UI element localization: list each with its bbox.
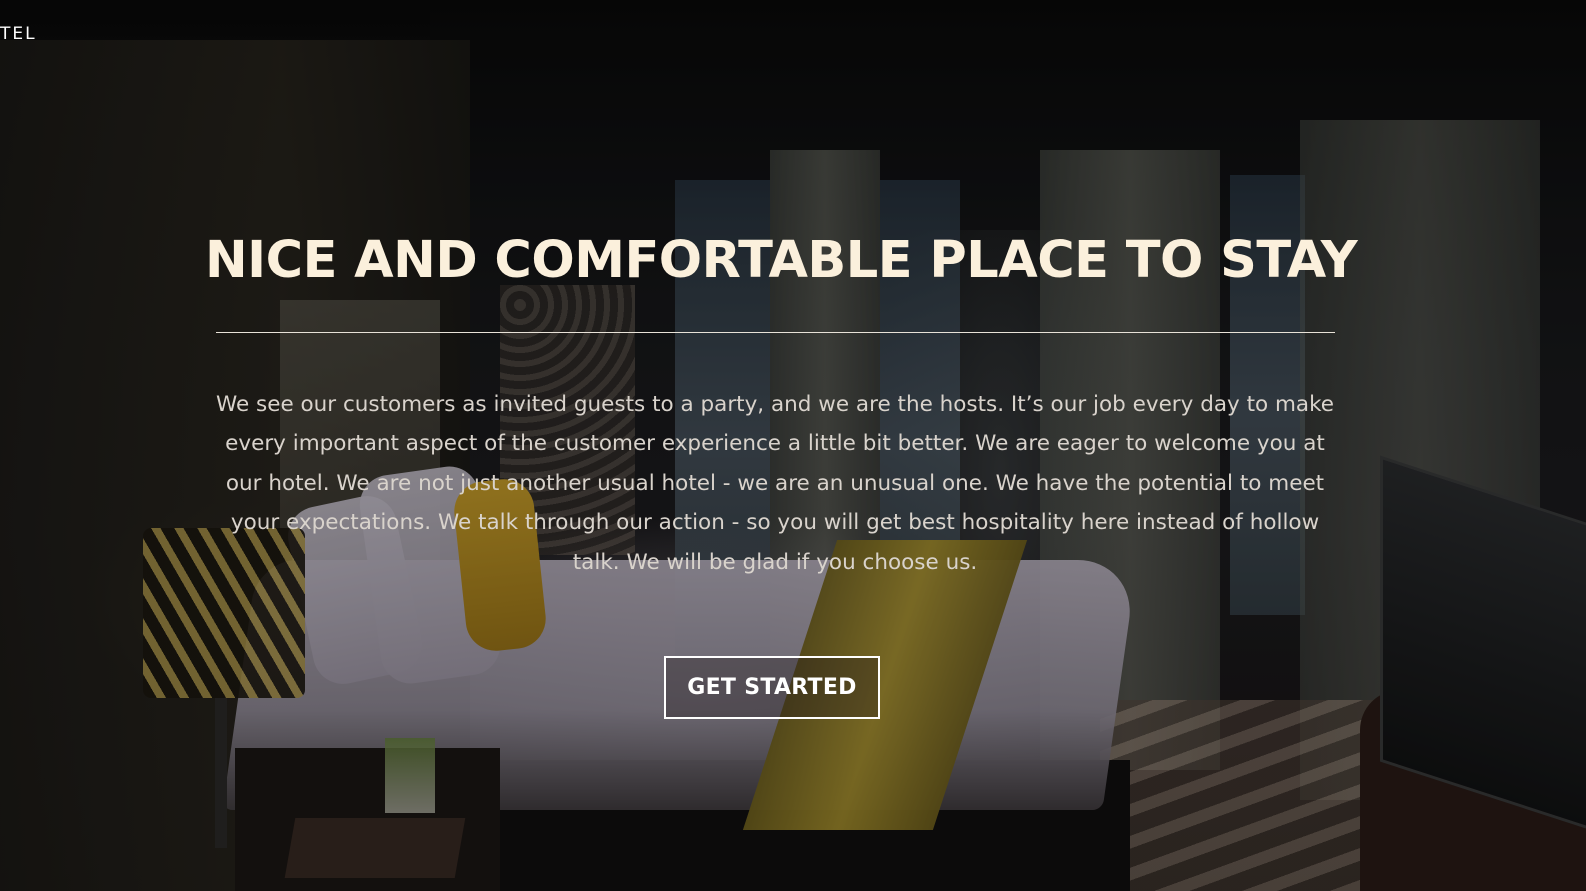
hero-headline: NICE AND COMFORTABLE PLACE TO STAY (205, 231, 1358, 290)
brand-logo-text[interactable]: TEL (0, 24, 37, 44)
hero-description: We see our customers as invited guests t… (215, 392, 1335, 575)
hero-content: NICE AND COMFORTABLE PLACE TO STAY We se… (205, 228, 1358, 582)
hero-section: TEL NICE AND COMFORTABLE PLACE TO STAY W… (0, 0, 1586, 891)
headline-divider (215, 332, 1335, 333)
get-started-button[interactable]: GET STARTED (664, 656, 880, 719)
